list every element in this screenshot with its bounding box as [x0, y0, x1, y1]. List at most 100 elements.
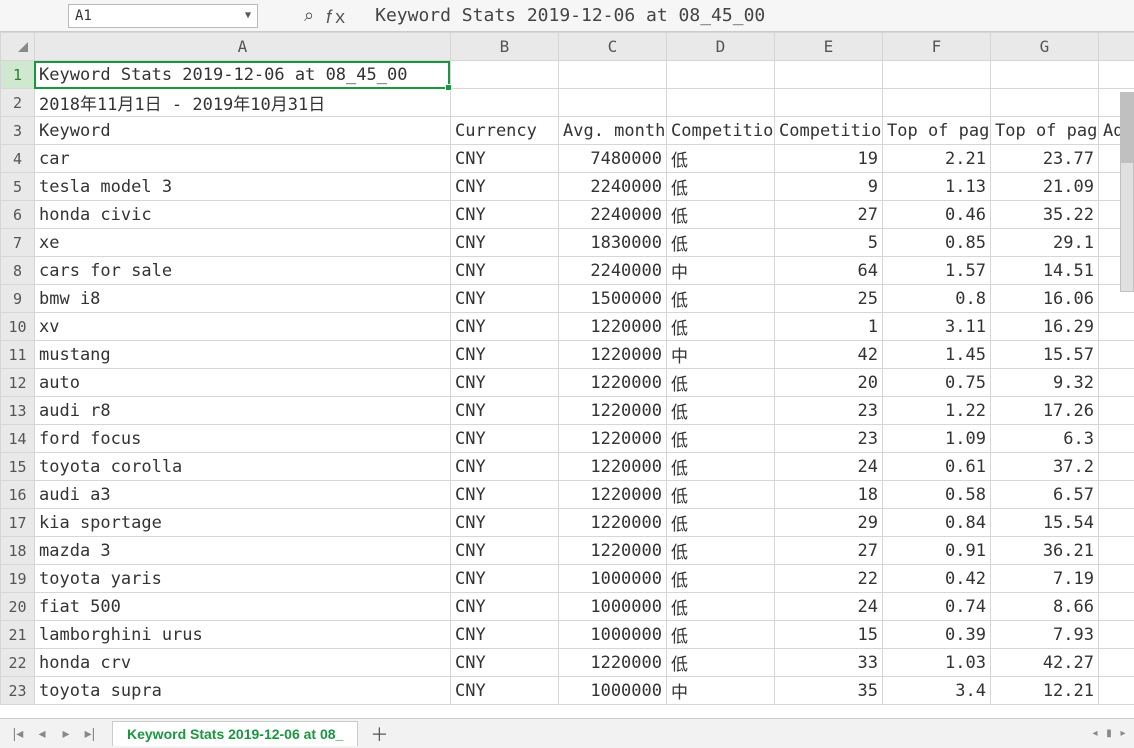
cell[interactable]: 42 — [775, 341, 883, 369]
cell[interactable]: audi r8 — [35, 397, 451, 425]
cell[interactable]: 42.27 — [991, 649, 1099, 677]
cell[interactable]: CNY — [451, 397, 559, 425]
cell[interactable]: 1.57 — [883, 257, 991, 285]
cell[interactable]: CNY — [451, 285, 559, 313]
cell[interactable]: 15.54 — [991, 509, 1099, 537]
row-header[interactable]: 8 — [1, 257, 35, 285]
row-header[interactable]: 19 — [1, 565, 35, 593]
cell[interactable]: 低 — [667, 397, 775, 425]
row-header[interactable]: 22 — [1, 649, 35, 677]
cell[interactable]: CNY — [451, 649, 559, 677]
cell[interactable]: 低 — [667, 453, 775, 481]
cell[interactable]: Currency — [451, 117, 559, 145]
cell[interactable]: 2240000 — [559, 173, 667, 201]
cell[interactable]: 16.29 — [991, 313, 1099, 341]
row-header[interactable]: 15 — [1, 453, 35, 481]
cell-A2[interactable]: 2018年11月1日 - 2019年10月31日 — [35, 89, 451, 117]
cell[interactable]: 0.46 — [883, 201, 991, 229]
scroll-right-icon[interactable]: ▸ — [1116, 728, 1130, 739]
tab-next-icon[interactable]: ▸ — [54, 725, 78, 742]
cell[interactable]: Competitio — [775, 117, 883, 145]
cell[interactable]: 1220000 — [559, 649, 667, 677]
cell[interactable]: 25 — [775, 285, 883, 313]
row-header[interactable]: 6 — [1, 201, 35, 229]
cell[interactable] — [1099, 677, 1134, 705]
sheet-tab-active[interactable]: Keyword Stats 2019-12-06 at 08_ — [112, 721, 358, 746]
cell[interactable]: 7.93 — [991, 621, 1099, 649]
cell[interactable]: 1.03 — [883, 649, 991, 677]
cell[interactable]: 低 — [667, 649, 775, 677]
cell[interactable]: 64 — [775, 257, 883, 285]
cell[interactable]: 2240000 — [559, 201, 667, 229]
cell[interactable]: 0.61 — [883, 453, 991, 481]
row-header[interactable]: 16 — [1, 481, 35, 509]
cell[interactable] — [1099, 397, 1134, 425]
col-header-E[interactable]: E — [775, 33, 883, 61]
cell[interactable]: car — [35, 145, 451, 173]
cell[interactable] — [1099, 341, 1134, 369]
scrollbar-thumb[interactable] — [1121, 93, 1133, 163]
cell[interactable]: 1220000 — [559, 453, 667, 481]
cell[interactable]: ford focus — [35, 425, 451, 453]
cell[interactable]: 低 — [667, 369, 775, 397]
cell[interactable]: 24 — [775, 453, 883, 481]
cell[interactable]: 17.26 — [991, 397, 1099, 425]
cell[interactable]: 0.8 — [883, 285, 991, 313]
cell[interactable]: 0.42 — [883, 565, 991, 593]
cell[interactable]: 低 — [667, 565, 775, 593]
cell[interactable]: 23.77 — [991, 145, 1099, 173]
cell[interactable]: 12.21 — [991, 677, 1099, 705]
row-header[interactable]: 21 — [1, 621, 35, 649]
cell[interactable]: Avg. month — [559, 117, 667, 145]
cell[interactable] — [1099, 425, 1134, 453]
cell[interactable]: 2.21 — [883, 145, 991, 173]
cell[interactable]: 27 — [775, 201, 883, 229]
cell[interactable]: 9.32 — [991, 369, 1099, 397]
select-all-corner[interactable] — [1, 33, 35, 61]
cell[interactable]: 低 — [667, 509, 775, 537]
cell[interactable]: audi a3 — [35, 481, 451, 509]
row-header[interactable]: 14 — [1, 425, 35, 453]
cell[interactable]: 5 — [775, 229, 883, 257]
cell[interactable]: 27 — [775, 537, 883, 565]
cell[interactable]: 21.09 — [991, 173, 1099, 201]
cell[interactable]: 1220000 — [559, 341, 667, 369]
cell[interactable]: 22 — [775, 565, 883, 593]
cell[interactable]: 1220000 — [559, 397, 667, 425]
cell[interactable]: 1220000 — [559, 481, 667, 509]
cell[interactable] — [1099, 621, 1134, 649]
cell[interactable]: 0.85 — [883, 229, 991, 257]
cell[interactable]: 20 — [775, 369, 883, 397]
cell[interactable]: Top of pag — [883, 117, 991, 145]
cell[interactable]: 29 — [775, 509, 883, 537]
cell[interactable]: 1220000 — [559, 509, 667, 537]
cell[interactable]: CNY — [451, 425, 559, 453]
cell[interactable]: toyota yaris — [35, 565, 451, 593]
cell[interactable] — [1099, 509, 1134, 537]
cell[interactable]: toyota corolla — [35, 453, 451, 481]
cell[interactable]: CNY — [451, 481, 559, 509]
cell[interactable]: tesla model 3 — [35, 173, 451, 201]
cell[interactable]: kia sportage — [35, 509, 451, 537]
cell[interactable]: auto — [35, 369, 451, 397]
cell[interactable]: 0.39 — [883, 621, 991, 649]
cell[interactable]: Keyword — [35, 117, 451, 145]
chevron-down-icon[interactable]: ▼ — [245, 10, 251, 21]
cell[interactable]: CNY — [451, 621, 559, 649]
cell[interactable]: 1 — [775, 313, 883, 341]
cell[interactable]: xe — [35, 229, 451, 257]
cell[interactable]: CNY — [451, 565, 559, 593]
cell-A1[interactable]: Keyword Stats 2019-12-06 at 08_45_00 — [35, 61, 451, 89]
row-header[interactable]: 10 — [1, 313, 35, 341]
cell[interactable]: mazda 3 — [35, 537, 451, 565]
cell[interactable]: CNY — [451, 257, 559, 285]
row-header[interactable]: 3 — [1, 117, 35, 145]
cell[interactable]: 18 — [775, 481, 883, 509]
cell[interactable]: 0.84 — [883, 509, 991, 537]
cell[interactable]: 1220000 — [559, 425, 667, 453]
cell[interactable]: 35.22 — [991, 201, 1099, 229]
search-icon[interactable]: ⌕ — [304, 5, 314, 26]
cell[interactable]: CNY — [451, 537, 559, 565]
cell[interactable] — [1099, 593, 1134, 621]
cell[interactable]: 14.51 — [991, 257, 1099, 285]
